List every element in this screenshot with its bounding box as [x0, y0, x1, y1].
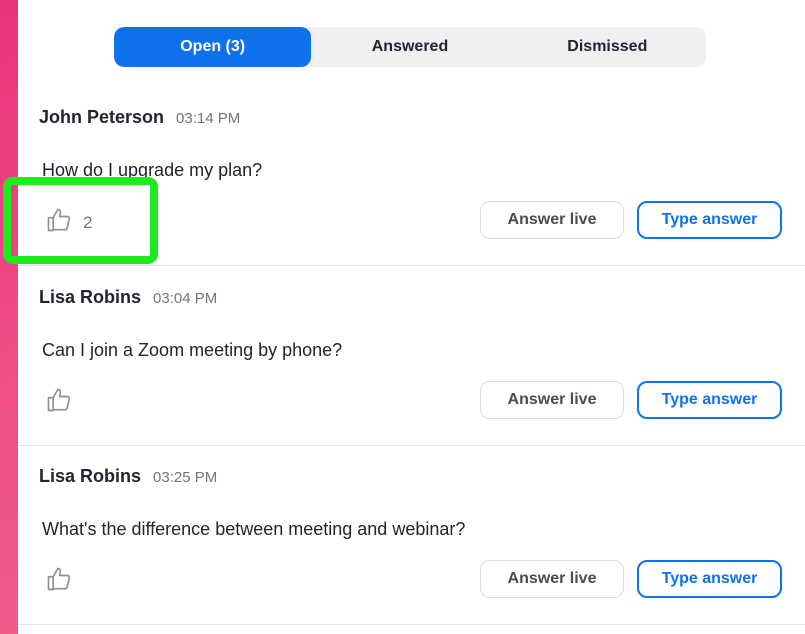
question-header: Lisa Robins 03:25 PM — [39, 466, 217, 487]
type-answer-button[interactable]: Type answer — [637, 381, 782, 419]
answer-live-button[interactable]: Answer live — [480, 560, 624, 598]
qa-panel: Open (3) Answered Dismissed John Peterso… — [18, 0, 805, 634]
answer-live-button[interactable]: Answer live — [480, 201, 624, 239]
question-text: What's the difference between meeting an… — [42, 519, 466, 539]
divider — [18, 265, 805, 266]
question-time: 03:14 PM — [176, 110, 241, 127]
question-time: 03:04 PM — [153, 290, 218, 307]
upvote-button[interactable] — [45, 386, 83, 419]
tab-answered[interactable]: Answered — [311, 27, 508, 67]
question-author: Lisa Robins — [39, 287, 142, 307]
tab-dismissed[interactable]: Dismissed — [509, 27, 706, 67]
question-header: John Peterson 03:14 PM — [39, 107, 240, 128]
question-author: John Peterson — [39, 107, 165, 127]
question-header: Lisa Robins 03:04 PM — [39, 287, 217, 308]
tab-open[interactable]: Open (3) — [114, 27, 312, 67]
type-answer-button[interactable]: Type answer — [637, 560, 782, 598]
answer-live-button[interactable]: Answer live — [480, 381, 624, 419]
qa-tabs: Open (3) Answered Dismissed — [114, 27, 706, 67]
upvote-button[interactable] — [45, 565, 83, 598]
question-text: Can I join a Zoom meeting by phone? — [42, 340, 343, 360]
question-item: Lisa Robins 03:25 PM What's the differen… — [18, 447, 805, 625]
divider — [18, 445, 805, 446]
divider — [18, 624, 805, 625]
highlight-box — [3, 177, 158, 264]
thumbs-up-icon — [45, 565, 73, 598]
thumbs-up-icon — [45, 386, 73, 419]
type-answer-button[interactable]: Type answer — [637, 201, 782, 239]
question-time: 03:25 PM — [153, 469, 218, 486]
question-author: Lisa Robins — [39, 466, 142, 486]
question-item: Lisa Robins 03:04 PM Can I join a Zoom m… — [18, 268, 805, 446]
